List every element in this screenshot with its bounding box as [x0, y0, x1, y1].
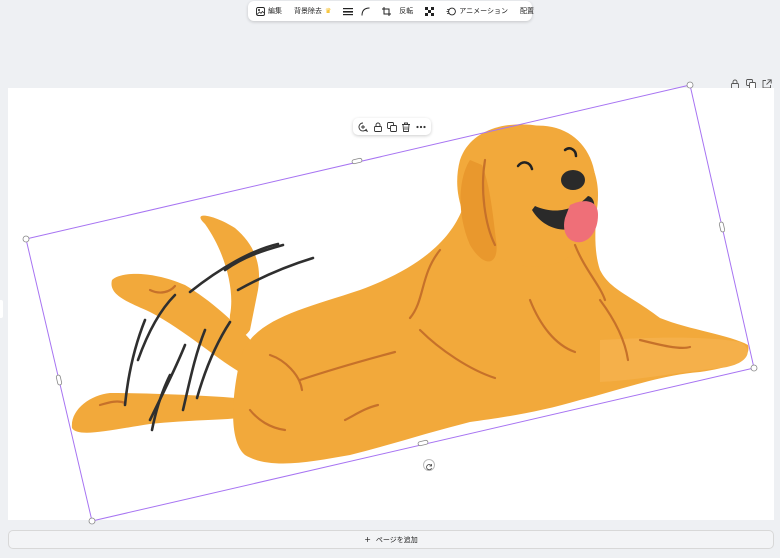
element-toolbar: 編集 背景除去 ♛ 反転 アニメーション 配置: [248, 1, 534, 21]
image-edit-icon: [256, 6, 265, 16]
page-actions: [730, 74, 772, 89]
crop-button[interactable]: [378, 3, 395, 19]
lock-icon[interactable]: [372, 121, 383, 132]
rotate-handle[interactable]: [423, 459, 435, 471]
crop-icon: [382, 6, 392, 16]
corner-rounding-icon: [361, 7, 370, 16]
transparency-icon: [425, 6, 435, 16]
add-page-label: ページを追加: [375, 535, 418, 544]
side-panel-tab[interactable]: [0, 300, 3, 318]
arrange-button[interactable]: 配置: [516, 3, 538, 19]
rotate-icon: [425, 456, 433, 475]
comment-add-icon[interactable]: [358, 121, 369, 132]
border-style-icon: [343, 7, 354, 16]
arrange-label: 配置: [520, 7, 535, 15]
add-page-button[interactable]: + ページを追加: [8, 530, 774, 549]
export-icon[interactable]: [762, 74, 772, 89]
duplicate-icon[interactable]: [386, 121, 397, 132]
corner-rounding-button[interactable]: [357, 3, 374, 19]
remove-background-button[interactable]: 背景除去 ♛: [290, 3, 335, 19]
animation-icon: [446, 7, 457, 16]
remove-background-label: 背景除去: [294, 7, 322, 15]
add-icon: +: [364, 535, 371, 544]
duplicate-icon[interactable]: [746, 74, 756, 89]
flip-button[interactable]: 反転: [395, 3, 417, 19]
more-icon[interactable]: [415, 121, 426, 132]
edit-image-button[interactable]: 編集: [252, 3, 286, 19]
transparency-button[interactable]: [421, 3, 438, 19]
element-context-menu: [353, 118, 431, 135]
trash-icon[interactable]: [401, 121, 412, 132]
lock-icon[interactable]: [730, 74, 740, 89]
design-canvas[interactable]: [8, 88, 774, 520]
edit-label: 編集: [268, 7, 282, 15]
flip-label: 反転: [399, 7, 414, 15]
border-style-button[interactable]: [339, 3, 357, 19]
animation-label: アニメーション: [459, 7, 509, 15]
crown-icon: ♛: [325, 7, 332, 15]
animation-button[interactable]: アニメーション: [442, 3, 512, 19]
